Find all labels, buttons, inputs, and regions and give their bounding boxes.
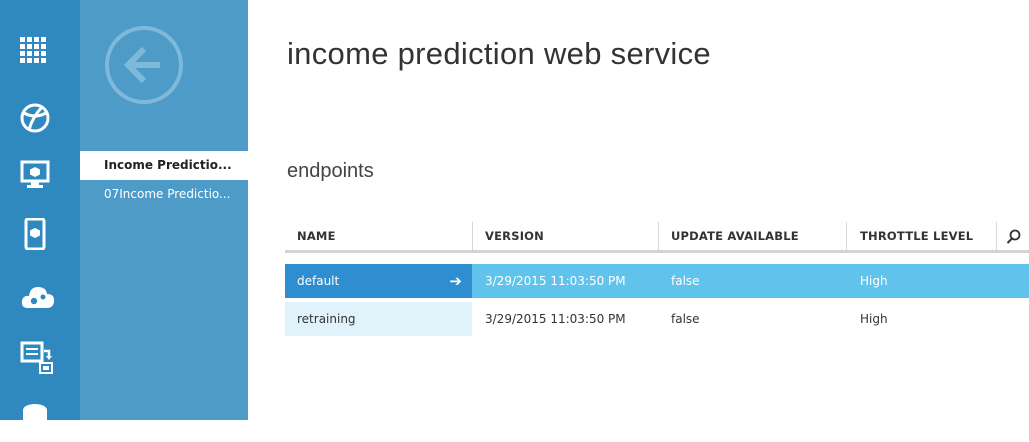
endpoint-name-cell[interactable]: default ➔	[285, 264, 472, 298]
rail-item-cloud-services[interactable]	[0, 270, 80, 322]
page-title: income prediction web service	[287, 36, 711, 71]
open-endpoint-arrow-icon[interactable]: ➔	[449, 264, 462, 298]
endpoints-table: NAME VERSION UPDATE AVAILABLE THROTTLE L…	[285, 222, 1029, 336]
endpoint-name-cell[interactable]: retraining	[285, 302, 472, 336]
all-items-grid-icon	[20, 37, 46, 63]
back-button[interactable]	[104, 25, 184, 105]
cloud-services-gears-icon	[21, 287, 55, 308]
rail-item-virtual-machines[interactable]	[0, 148, 80, 200]
column-divider	[472, 222, 473, 250]
rail-item-all-items[interactable]	[0, 24, 80, 76]
batch-jobs-icon	[20, 341, 53, 374]
table-row[interactable]: default ➔ 3/29/2015 11:03:50 PM false Hi…	[285, 264, 1029, 298]
mobile-services-device-icon	[24, 218, 46, 250]
table-search-button[interactable]	[1005, 228, 1023, 246]
endpoint-update-available: false	[671, 274, 700, 288]
rail-item-mobile-services[interactable]	[0, 208, 80, 260]
rail-item-web-sites[interactable]	[0, 92, 80, 144]
rail-item-batch-jobs[interactable]	[0, 332, 80, 384]
service-navigation-panel: Income Predictio... 07Income Predictio..…	[80, 0, 248, 420]
column-header-version[interactable]: VERSION	[485, 222, 544, 250]
column-divider	[846, 222, 847, 250]
endpoint-throttle-level: High	[860, 312, 888, 326]
subnav-item-income-prediction[interactable]: Income Predictio...	[80, 151, 248, 180]
column-divider	[658, 222, 659, 250]
main-navigation-rail	[0, 0, 80, 428]
endpoints-section-title: endpoints	[287, 160, 374, 182]
table-header: NAME VERSION UPDATE AVAILABLE THROTTLE L…	[285, 222, 1029, 253]
rail-item-sql-databases[interactable]	[0, 390, 80, 442]
table-row[interactable]: retraining 3/29/2015 11:03:50 PM false H…	[285, 302, 1029, 336]
back-arrow-icon	[105, 26, 183, 104]
subnav-item-07income-prediction[interactable]: 07Income Predictio...	[80, 180, 248, 209]
database-icon	[23, 404, 47, 428]
column-header-name[interactable]: NAME	[297, 222, 336, 250]
column-header-update-available[interactable]: UPDATE AVAILABLE	[671, 222, 799, 250]
endpoint-version: 3/29/2015 11:03:50 PM	[485, 274, 626, 288]
endpoint-version: 3/29/2015 11:03:50 PM	[485, 312, 626, 326]
endpoint-name[interactable]: default	[297, 274, 339, 288]
endpoint-name[interactable]: retraining	[297, 312, 356, 326]
web-sites-globe-icon	[20, 103, 50, 133]
column-header-throttle-level[interactable]: THROTTLE LEVEL	[860, 222, 973, 250]
search-icon	[1006, 229, 1021, 244]
endpoint-throttle-level: High	[860, 274, 888, 288]
virtual-machines-monitor-icon	[20, 160, 50, 188]
endpoint-update-available: false	[671, 312, 700, 326]
column-divider	[996, 222, 997, 250]
